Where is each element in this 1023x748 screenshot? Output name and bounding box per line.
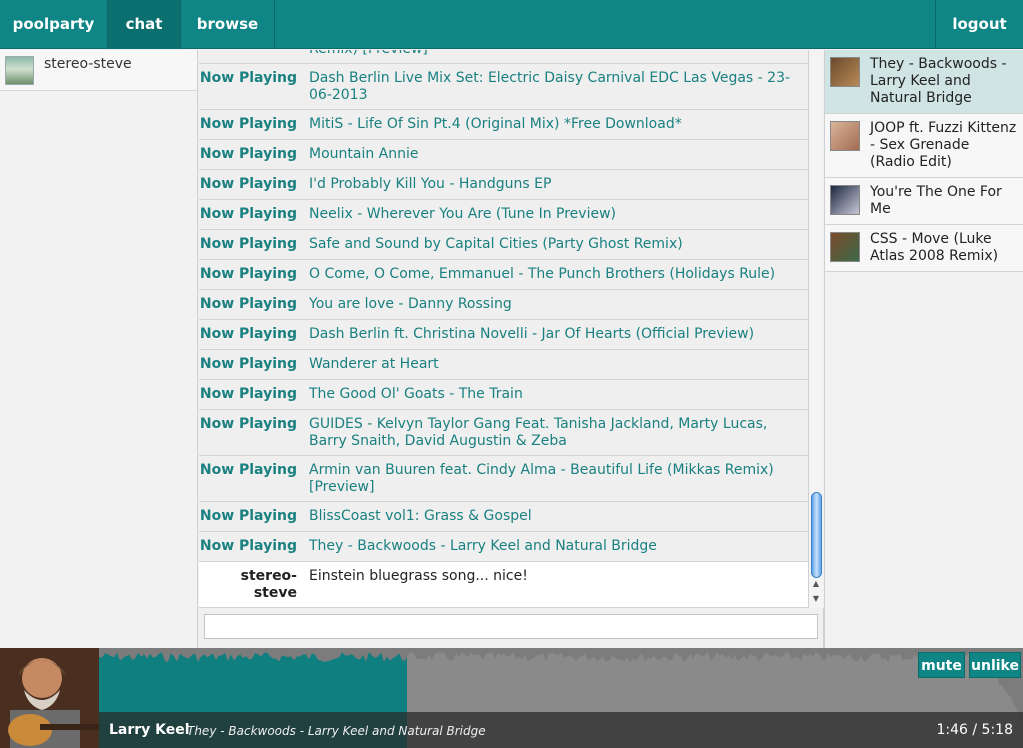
queue-album-art: [830, 232, 860, 262]
message-author: Now Playing: [199, 266, 297, 282]
message-text: Armin van Buuren feat. Cindy Alma - Beau…: [309, 50, 808, 58]
now-playing-message: Now Playing Armin van Buuren feat. Cindy …: [199, 456, 808, 502]
scroll-up-arrow-icon[interactable]: ▲: [809, 577, 823, 591]
playback-time: 1:46 / 5:18: [936, 722, 1014, 738]
player-info-bar: Larry Keel They - Backwoods - Larry Keel…: [99, 712, 1023, 748]
message-author: Now Playing: [199, 326, 297, 342]
message-author: Now Playing: [199, 206, 297, 222]
message-author: Now Playing: [199, 296, 297, 312]
message-author: stereo-steve: [240, 568, 297, 601]
chat-message: stereo-steve Einstein bluegrass song... n…: [199, 562, 808, 608]
now-playing-message: Now Playing The Good Ol' Goats - The Trai…: [199, 380, 808, 410]
message-author: Now Playing: [199, 462, 297, 478]
message-text: Neelix - Wherever You Are (Tune In Previ…: [309, 206, 616, 222]
message-author: Now Playing: [199, 146, 297, 162]
message-author: Now Playing: [199, 386, 297, 402]
now-playing-message: Now Playing Neelix - Wherever You Are (Tu…: [199, 200, 808, 230]
message-text: You are love - Danny Rossing: [309, 296, 512, 312]
artist-photo-icon: [0, 648, 99, 748]
top-nav-bar: poolparty chat browse logout: [0, 0, 1023, 49]
message-text: MitiS - Life Of Sin Pt.4 (Original Mix) …: [309, 116, 682, 132]
message-author: Now Playing: [199, 176, 297, 192]
nav-brand-link[interactable]: poolparty: [0, 0, 108, 49]
message-text: Dash Berlin ft. Christina Novelli - Jar …: [309, 326, 755, 342]
message-text: Wanderer at Heart: [309, 356, 439, 372]
message-author: Now Playing: [199, 416, 297, 432]
chat-scrollbar[interactable]: ▲ ▼: [808, 50, 823, 608]
queue-album-art: [830, 57, 860, 87]
queue-item-title: They - Backwoods - Larry Keel and Natura…: [870, 56, 1007, 106]
now-playing-artist: Larry Keel: [109, 722, 190, 738]
now-playing-message: Now Playing GUIDES - Kelvyn Taylor Gang F…: [199, 410, 808, 456]
queue-item-title: You're The One For Me: [870, 184, 1002, 217]
player: Larry Keel They - Backwoods - Larry Keel…: [0, 648, 1023, 748]
now-playing-message: Now Playing I'd Probably Kill You - Handg…: [199, 170, 808, 200]
scroll-down-arrow-icon[interactable]: ▼: [809, 592, 823, 606]
now-playing-message: Now Playing They - Backwoods - Larry Keel…: [199, 532, 808, 562]
queue-item-title: CSS - Move (Luke Atlas 2008 Remix): [870, 231, 999, 264]
queue-item[interactable]: They - Backwoods - Larry Keel and Natura…: [825, 50, 1023, 114]
message-author: Now Playing: [199, 538, 297, 554]
now-playing-message: Now Playing Safe and Sound by Capital Cit…: [199, 230, 808, 260]
now-playing-message: Now Playing BlissCoast vol1: Grass & Gosp…: [199, 502, 808, 532]
message-text: I'd Probably Kill You - Handguns EP: [309, 176, 552, 192]
message-text: BlissCoast vol1: Grass & Gospel: [309, 508, 532, 524]
queue-album-art: [830, 185, 860, 215]
message-author: Now Playing: [199, 236, 297, 252]
unlike-button[interactable]: unlike: [969, 652, 1021, 678]
now-playing-message: Now Playing MitiS - Life Of Sin Pt.4 (Ori…: [199, 110, 808, 140]
message-text: Safe and Sound by Capital Cities (Party …: [309, 236, 683, 252]
nav-browse-tab[interactable]: browse: [181, 0, 275, 49]
now-playing-message: Now Playing Dash Berlin ft. Christina Nov…: [199, 320, 808, 350]
chat-message-list: Now PlayingArmin van Buuren feat. Cindy …: [199, 50, 808, 608]
message-author: Now Playing: [199, 50, 309, 58]
message-author: Now Playing: [199, 356, 297, 372]
album-art: [0, 648, 99, 748]
chat-input[interactable]: [204, 614, 818, 639]
nav-chat-tab[interactable]: chat: [108, 0, 181, 49]
now-playing-message: Now Playing You are love - Danny Rossing: [199, 290, 808, 320]
queue-item[interactable]: JOOP ft. Fuzzi Kittenz - Sex Grenade (Ra…: [825, 114, 1023, 178]
queue-album-art: [830, 121, 860, 151]
message-text: Dash Berlin Live Mix Set: Electric Daisy…: [309, 70, 791, 103]
now-playing-track: They - Backwoods - Larry Keel and Natura…: [187, 724, 486, 738]
chat-input-area: [199, 608, 824, 648]
mute-button[interactable]: mute: [918, 652, 965, 678]
queue-item[interactable]: CSS - Move (Luke Atlas 2008 Remix): [825, 225, 1023, 272]
chat-log[interactable]: Now PlayingArmin van Buuren feat. Cindy …: [199, 50, 808, 608]
now-playing-message: Now Playing Dash Berlin Live Mix Set: Ele…: [199, 64, 808, 110]
logout-button[interactable]: logout: [935, 0, 1023, 49]
now-playing-message: Now Playing O Come, O Come, Emmanuel - Th…: [199, 260, 808, 290]
now-playing-message: Now Playing Wanderer at Heart: [199, 350, 808, 380]
now-playing-message: Now Playing Mountain Annie: [199, 140, 808, 170]
message-author: Now Playing: [199, 508, 297, 524]
message-text: They - Backwoods - Larry Keel and Natura…: [309, 538, 657, 554]
now-playing-message: Now PlayingArmin van Buuren feat. Cindy …: [199, 50, 808, 64]
avatar: [5, 56, 34, 85]
message-text: O Come, O Come, Emmanuel - The Punch Bro…: [309, 266, 776, 282]
message-text: Einstein bluegrass song... nice!: [309, 568, 528, 584]
message-author: Now Playing: [199, 70, 297, 86]
queue-item[interactable]: You're The One For Me: [825, 178, 1023, 225]
message-text: The Good Ol' Goats - The Train: [309, 386, 523, 402]
message-text: Mountain Annie: [309, 146, 419, 162]
user-list-item[interactable]: stereo-steve: [0, 50, 197, 91]
message-author: Now Playing: [199, 116, 297, 132]
song-queue: They - Backwoods - Larry Keel and Natura…: [824, 50, 1023, 648]
user-list: stereo-steve: [0, 50, 198, 648]
queue-item-title: JOOP ft. Fuzzi Kittenz - Sex Grenade (Ra…: [870, 120, 1017, 170]
message-text: GUIDES - Kelvyn Taylor Gang Feat. Tanish…: [309, 416, 768, 449]
scrollbar-thumb[interactable]: [811, 492, 822, 578]
user-name: stereo-steve: [44, 56, 132, 72]
message-text: Armin van Buuren feat. Cindy Alma - Beau…: [309, 462, 774, 495]
